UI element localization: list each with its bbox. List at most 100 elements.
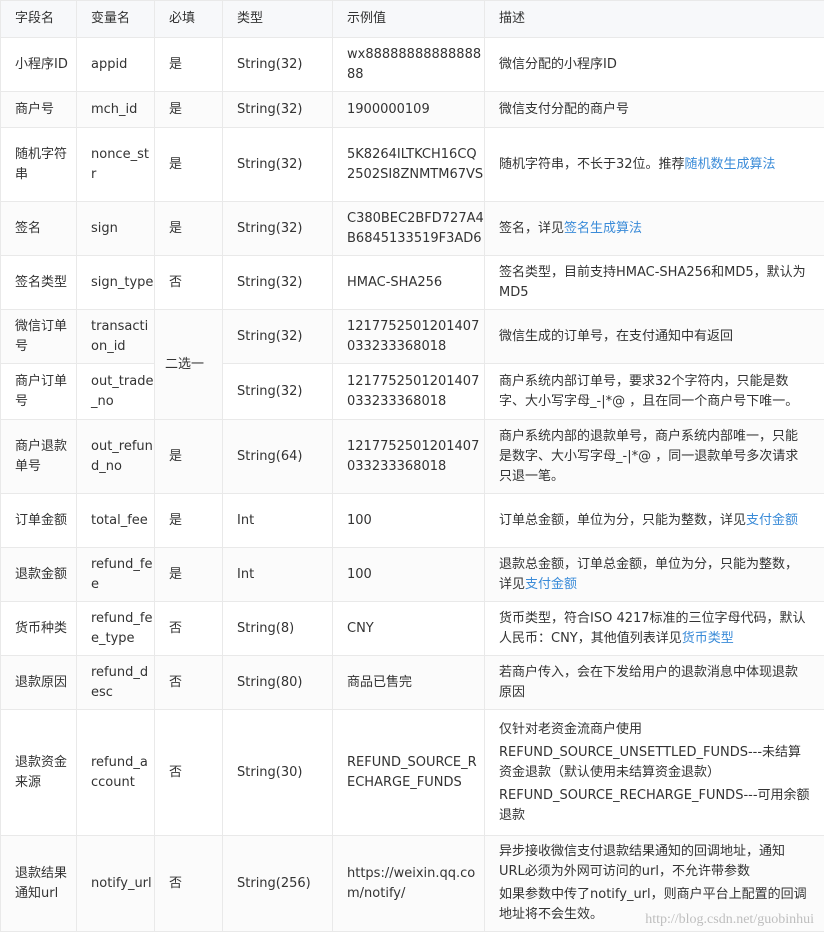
field-name-cell: 随机字符串 [0,127,77,202]
table-row: 退款金额 refund_fee 是 Int 100 退款总金额，订单总金额，单位为分，只能… [0,547,824,602]
required-cell: 二选一 [154,309,223,420]
type-cell: String(30) [222,709,333,836]
description-text: 货币类型，符合ISO 4217标准的三位字母代码，默认人民币：CNY，其他值列表… [499,610,806,646]
table-row: 随机字符串 nonce_str 是 String(32) 5K8264ILTKCH16C… [0,127,824,202]
header-var-name: 变量名 [76,0,155,38]
description-text: 订单总金额，单位为分，只能为整数，详见 [499,512,747,528]
required-cell: 是 [154,547,223,602]
doc-link[interactable]: 签名生成算法 [564,221,642,236]
description-text: 微信支付分配的商户号 [499,101,630,117]
description-paragraph: REFUND_SOURCE_RECHARGE_FUNDS---可用余额退款 [499,787,810,823]
required-cell: 是 [154,127,223,202]
var-name-cell: refund_desc [76,655,155,710]
table-row: 小程序ID appid 是 String(32) wx8888888888888888 微… [0,37,824,92]
description-cell: 随机字符串，不长于32位。推荐随机数生成算法 [484,127,824,202]
field-name-cell: 退款资金来源 [0,709,77,836]
var-name-cell: mch_id [76,91,155,128]
description-cell: 商户系统内部订单号，要求32个字符内，只能是数字、大小写字母_-|*@ ，且在同… [484,363,824,420]
table-row: 微信订单号 transaction_id 二选一 String(32) 12177525… [0,309,824,420]
description-paragraph: 仅针对老资金流商户使用 [499,721,643,737]
params-table: 字段名 变量名 必填 类型 示例值 描述 小程序ID appid 是 String(32) wx8… [0,0,824,932]
var-name-cell: transaction_id [76,309,155,364]
required-cell: 否 [154,255,223,310]
field-name-cell: 签名 [0,201,77,256]
description-cell: 若商户传入，会在下发给用户的退款消息中体现退款原因 [484,655,824,710]
example-cell: 1217752501201407033233368018 [332,363,485,420]
var-name-cell: appid [76,37,155,92]
required-cell: 是 [154,419,223,494]
description-text: 商户系统内部的退款单号，商户系统内部唯一，只能是数字、大小写字母_-|*@ ，同… [499,428,799,484]
example-cell: 5K8264ILTKCH16CQ2502SI8ZNMTM67VS [332,127,485,202]
description-cell: 货币类型，符合ISO 4217标准的三位字母代码，默认人民币：CNY，其他值列表… [484,601,824,656]
description-cell: 签名类型，目前支持HMAC-SHA256和MD5，默认为MD5 [484,255,824,310]
type-cell: String(32) [222,37,333,92]
var-name-cell: out_refund_no [76,419,155,494]
example-cell: 1900000109 [332,91,485,128]
description-cell: 微信分配的小程序ID [484,37,824,92]
var-name-cell: sign_type [76,255,155,310]
required-cell: 是 [154,201,223,256]
description-text: 微信分配的小程序ID [499,56,617,72]
description-cell: 商户系统内部的退款单号，商户系统内部唯一，只能是数字、大小写字母_-|*@ ，同… [484,419,824,494]
type-cell: Int [222,493,333,548]
example-cell: REFUND_SOURCE_RECHARGE_FUNDS [332,709,485,836]
example-cell: CNY [332,601,485,656]
table-row: 订单金额 total_fee 是 Int 100 订单总金额，单位为分，只能为整数，详见支… [0,493,824,548]
description-text: 随机字符串，不长于32位。推荐 [499,156,685,172]
table-row: 商户订单号 out_trade_no String(32) 1217752501201… [0,363,824,420]
example-cell: 1217752501201407033233368018 [332,419,485,494]
type-cell: String(256) [222,835,333,932]
table-row: 商户退款单号 out_refund_no 是 String(64) 1217752501… [0,419,824,494]
required-cell: 否 [154,655,223,710]
table-header: 字段名 变量名 必填 类型 示例值 描述 [0,0,824,38]
var-name-cell: refund_fee_type [76,601,155,656]
var-name-cell: sign [76,201,155,256]
field-name-cell: 微信订单号 [0,309,77,364]
doc-link[interactable]: 支付金额 [525,577,577,592]
description-cell: 异步接收微信支付退款结果通知的回调地址，通知URL必须为外网可访问的url，不允… [484,835,824,932]
example-cell: 100 [332,547,485,602]
description-cell: 仅针对老资金流商户使用 REFUND_SOURCE_UNSETTLED_FUNDS… [484,709,824,836]
table-row: 货币种类 refund_fee_type 否 String(8) CNY 货币类型，符合I… [0,601,824,656]
required-cell: 否 [154,601,223,656]
table-row: 退款原因 refund_desc 否 String(80) 商品已售完 若商户传入，会在下… [0,655,824,710]
type-cell: String(32) [222,127,333,202]
field-name-cell: 商户退款单号 [0,419,77,494]
description-paragraph: REFUND_SOURCE_UNSETTLED_FUNDS---未结算资金退款（… [499,744,802,780]
doc-link[interactable]: 支付金额 [746,513,798,528]
description-cell: 退款总金额，订单总金额，单位为分，只能为整数，详见支付金额 [484,547,824,602]
doc-link[interactable]: 货币类型 [682,631,734,646]
var-name-cell: notify_url [76,835,155,932]
required-cell: 是 [154,37,223,92]
doc-link[interactable]: 随机数生成算法 [685,157,776,172]
type-cell: String(32) [222,363,333,420]
header-field-name: 字段名 [0,0,77,38]
table-row: 商户号 mch_id 是 String(32) 1900000109 微信支付分配的商户号 [0,91,824,128]
description-text: 签名类型，目前支持HMAC-SHA256和MD5，默认为MD5 [499,264,806,300]
example-cell: 100 [332,493,485,548]
description-text: 微信生成的订单号，在支付通知中有返回 [499,328,734,344]
header-type: 类型 [222,0,333,38]
var-name-cell: total_fee [76,493,155,548]
field-name-cell: 小程序ID [0,37,77,92]
description-cell: 微信支付分配的商户号 [484,91,824,128]
example-cell: wx8888888888888888 [332,37,485,92]
description-text: 若商户传入，会在下发给用户的退款消息中体现退款原因 [499,664,799,700]
field-name-cell: 订单金额 [0,493,77,548]
field-name-cell: 货币种类 [0,601,77,656]
type-cell: String(64) [222,419,333,494]
example-cell: C380BEC2BFD727A4B6845133519F3AD6 [332,201,485,256]
type-cell: String(80) [222,655,333,710]
description-paragraph: 如果参数中传了notify_url，则商户平台上配置的回调地址将不会生效。 [499,887,807,922]
type-cell: String(32) [222,91,333,128]
required-cell: 是 [154,91,223,128]
example-cell: HMAC-SHA256 [332,255,485,310]
header-description: 描述 [484,0,824,38]
description-paragraph: 异步接收微信支付退款结果通知的回调地址，通知URL必须为外网可访问的url，不允… [499,844,786,879]
table-row: 签名类型 sign_type 否 String(32) HMAC-SHA256 签名类型，… [0,255,824,310]
field-name-cell: 退款金额 [0,547,77,602]
type-cell: String(32) [222,255,333,310]
table-row: 退款结果通知url notify_url 否 String(256) https://w… [0,835,824,932]
table-body: 小程序ID appid 是 String(32) wx8888888888888888 微… [0,37,824,932]
required-cell: 否 [154,835,223,932]
